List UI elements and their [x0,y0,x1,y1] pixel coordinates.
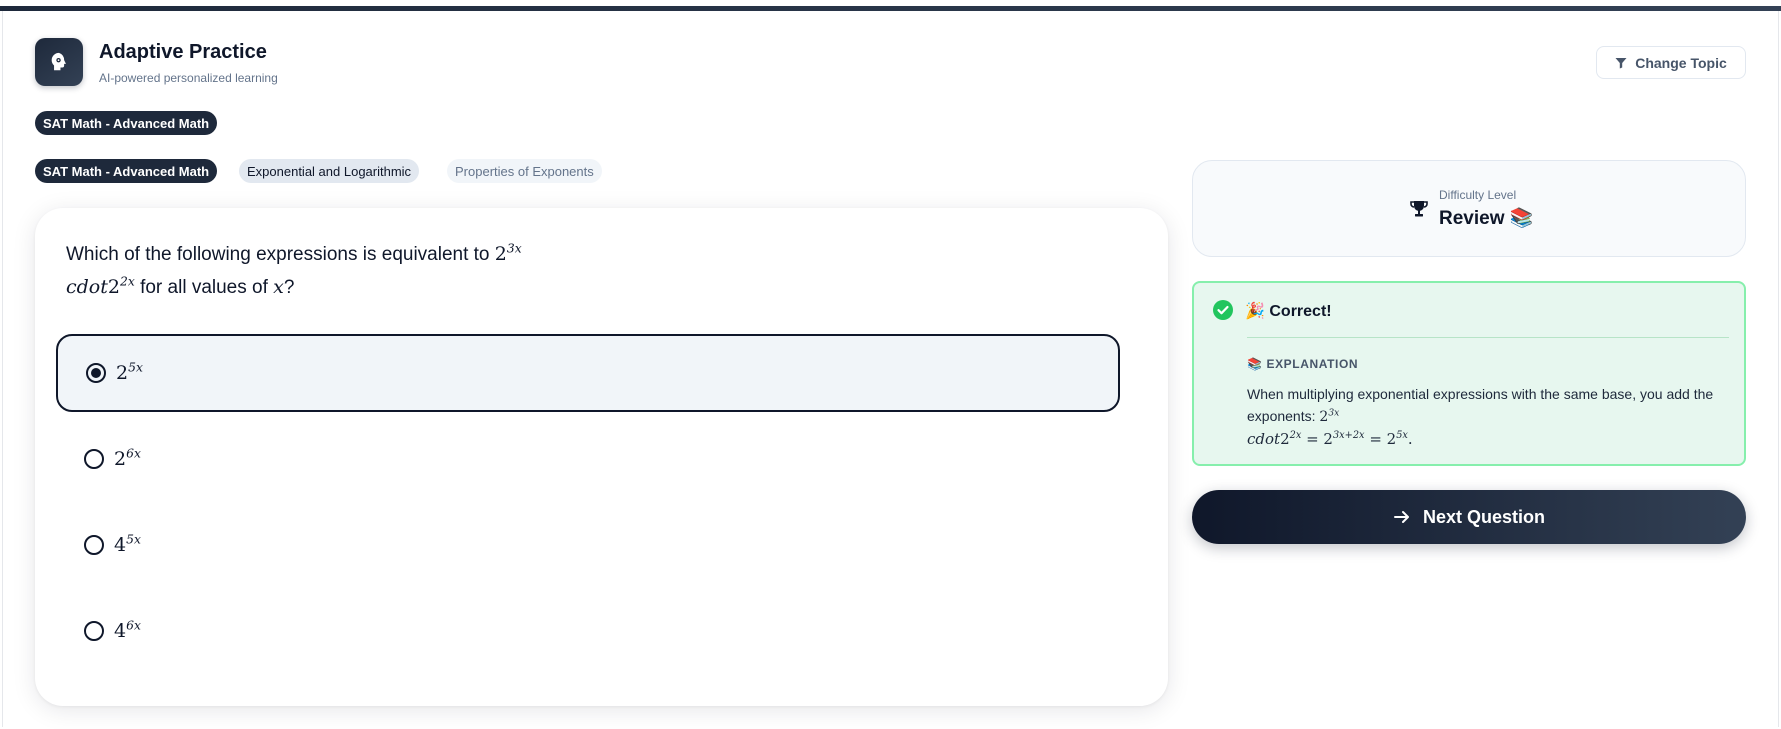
answer-option-c[interactable]: 45x [56,506,1120,584]
question-end: ? [283,277,295,298]
question-base-2: 2 [107,276,120,298]
change-topic-button[interactable]: Change Topic [1596,46,1746,79]
radio-selected-icon[interactable] [86,363,106,383]
answer-option-label: 25x [116,360,143,384]
explanation-math: cdot22x = 23x+2x = 25x. [1247,430,1413,448]
topic-badge: SAT Math - Advanced Math [35,111,218,135]
app-title: Adaptive Practice [99,41,267,63]
feedback-divider [1247,337,1729,338]
app-subtitle: AI-powered personalized learning [99,71,278,85]
question-text: Which of the following expressions is eq… [66,238,766,304]
answer-option-label: 26x [114,446,141,470]
feedback-title: 🎉 Correct! [1245,303,1332,320]
breadcrumb-skill[interactable]: Properties of Exponents [447,159,602,183]
explanation-exponent: 3x [1328,408,1340,419]
difficulty-value: Review 📚 [1439,208,1534,229]
explanation-heading: 📚 EXPLANATION [1247,357,1359,371]
difficulty-label: Difficulty Level [1439,188,1517,202]
question-prefix: Which of the following expressions is eq… [66,244,495,265]
question-exponent-1: 3x [506,241,522,256]
change-topic-label: Change Topic [1635,54,1727,71]
explanation-sentence: When multiplying exponential expressions… [1247,386,1714,424]
answer-option-b[interactable]: 26x [56,420,1120,498]
breadcrumb-subject[interactable]: SAT Math - Advanced Math [35,159,218,183]
breadcrumb-domain[interactable]: Exponential and Logarithmic [239,159,420,183]
check-circle-icon [1213,300,1233,320]
next-question-label: Next Question [1422,506,1546,527]
feedback-card: 🎉 Correct! 📚 EXPLANATION When multiplyin… [1192,281,1746,466]
question-base-1: 2 [494,243,507,265]
explanation-text: When multiplying exponential expressions… [1247,383,1737,450]
question-middle: for all values of [134,277,274,298]
next-question-button[interactable]: Next Question [1192,490,1746,544]
difficulty-card: Difficulty Level Review 📚 [1192,160,1746,257]
filter-icon [1615,57,1627,68]
radio-icon[interactable] [84,621,104,641]
question-exponent-2: 2x [119,274,135,289]
trophy-icon [1410,201,1428,217]
radio-icon[interactable] [84,449,104,469]
question-variable: x [273,276,284,298]
answer-option-label: 45x [114,532,141,556]
arrow-right-icon [1393,511,1409,523]
answer-option-a[interactable]: 25x [56,334,1120,412]
explanation-base: 2 [1319,409,1329,425]
radio-icon[interactable] [84,535,104,555]
answer-option-d[interactable]: 46x [56,592,1120,670]
question-card: Which of the following expressions is eq… [35,208,1168,706]
brain-icon [35,38,83,86]
question-cdot: cdot [66,276,108,298]
answer-option-label: 46x [114,618,141,642]
